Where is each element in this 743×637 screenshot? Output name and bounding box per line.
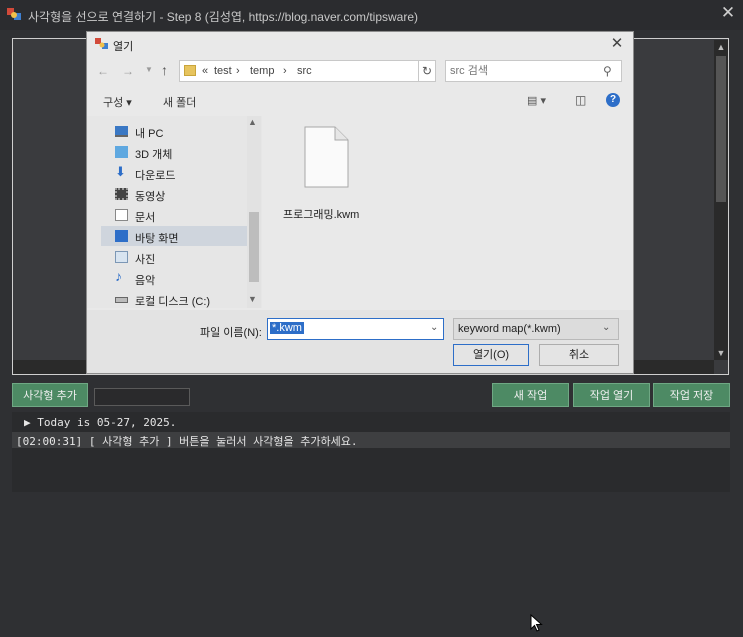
file-name: 프로그래밍.kwm <box>283 209 360 221</box>
nav-item-label: 다운로드 <box>135 170 176 182</box>
file-type-value: keyword map(*.kwm) <box>458 323 561 335</box>
nav-item-pictures[interactable]: 사진 <box>101 247 251 267</box>
nav-item-label: 사진 <box>135 254 156 266</box>
chevron-down-icon[interactable]: ▼ <box>248 294 257 304</box>
chevron-down-icon[interactable]: ⌄ <box>602 322 610 333</box>
log-panel[interactable]: ▶ Today is 05-27, 2025. [02:00:31] [ 사각형… <box>12 412 730 492</box>
recent-locations-icon[interactable]: ▼ <box>145 65 153 74</box>
nav-item-downloads[interactable]: ⬇ 다운로드 <box>101 163 251 183</box>
save-work-button[interactable]: 작업 저장 <box>653 383 730 407</box>
log-line: ▶ Today is 05-27, 2025. <box>24 416 177 429</box>
chevron-up-icon[interactable]: ▲ <box>248 117 257 127</box>
dialog-app-icon <box>95 37 109 51</box>
open-file-dialog: 열기 ✕ ← → ▼ ↑ « test › temp › src ⌄ ↻ ⚲ 구… <box>87 32 633 632</box>
refresh-icon[interactable]: ↻ <box>418 60 436 82</box>
open-button[interactable]: 열기(O) <box>453 344 529 366</box>
navigation-pane: 내 PC 3D 개체 ⬇ 다운로드 동영상 문서 바탕 화면 사진 ♪ 음악 로… <box>87 116 262 308</box>
dialog-close-icon[interactable]: ✕ <box>607 34 627 54</box>
open-work-button[interactable]: 작업 열기 <box>573 383 650 407</box>
dialog-title: 열기 <box>113 41 134 53</box>
nav-item-videos[interactable]: 동영상 <box>101 184 251 204</box>
up-arrow-icon[interactable]: ↑ <box>161 62 168 78</box>
desktop-icon <box>115 230 128 242</box>
breadcrumb-temp[interactable]: temp <box>250 65 274 77</box>
dialog-title-bar: 열기 ✕ <box>87 32 633 56</box>
scroll-down-icon[interactable]: ▼ <box>714 346 728 360</box>
nav-item-label: 바탕 화면 <box>135 233 179 245</box>
address-prefix[interactable]: « <box>202 65 208 77</box>
download-icon: ⬇ <box>115 164 126 179</box>
breadcrumb-separator: › <box>283 65 287 77</box>
mouse-cursor-icon <box>530 613 544 632</box>
dialog-toolbar: 구성 ▾ 새 폴더 ▤ ▾ ◫ ? <box>87 90 633 112</box>
nav-item-label: 문서 <box>135 212 156 224</box>
nav-item-local-disk[interactable]: 로컬 디스크 (C:) <box>101 289 251 309</box>
search-input[interactable] <box>450 64 600 78</box>
nav-pane-scroll-thumb[interactable] <box>249 212 259 282</box>
filename-input[interactable]: *.kwm ⌄ <box>267 318 444 340</box>
search-box[interactable]: ⚲ <box>445 60 622 82</box>
folder-icon <box>184 65 196 76</box>
nav-item-music[interactable]: ♪ 음악 <box>101 268 251 288</box>
filename-label: 파일 이름(N): <box>200 327 262 339</box>
app-title: 사각형을 선으로 연결하기 - Step 8 (김성엽, https://blo… <box>28 10 418 24</box>
music-icon: ♪ <box>115 268 122 284</box>
nav-item-desktop[interactable]: 바탕 화면 <box>101 226 251 246</box>
nav-item-label: 3D 개체 <box>135 149 173 161</box>
scroll-up-icon[interactable]: ▲ <box>714 40 728 54</box>
rect-name-input[interactable] <box>94 388 190 406</box>
help-icon[interactable]: ? <box>606 93 620 107</box>
preview-pane-icon[interactable]: ◫ <box>575 93 586 107</box>
nav-item-label: 동영상 <box>135 191 166 203</box>
vertical-scroll-thumb[interactable] <box>716 56 726 202</box>
cancel-button[interactable]: 취소 <box>539 344 619 366</box>
breadcrumb-test[interactable]: test <box>214 65 232 77</box>
log-line: [02:00:31] [ 사각형 추가 ] 버튼을 눌러서 사각형을 추가하세요… <box>16 435 358 448</box>
nav-item-this-pc[interactable]: 내 PC <box>101 121 251 141</box>
pc-icon <box>115 126 128 137</box>
dialog-bottom-pane: 파일 이름(N): *.kwm ⌄ keyword map(*.kwm) ⌄ 열… <box>87 310 633 632</box>
document-icon <box>115 209 128 221</box>
file-icon <box>303 126 349 188</box>
nav-item-label: 내 PC <box>135 128 164 140</box>
view-options-icon[interactable]: ▤ ▾ <box>527 94 546 107</box>
chevron-down-icon[interactable]: ⌄ <box>430 322 438 333</box>
file-item[interactable]: 프로그래밍.kwm <box>283 126 373 226</box>
close-icon[interactable]: ✕ <box>719 4 737 22</box>
address-bar[interactable]: « test › temp › src ⌄ <box>179 60 501 82</box>
search-icon[interactable]: ⚲ <box>603 64 612 78</box>
disk-icon <box>115 297 128 303</box>
file-type-select[interactable]: keyword map(*.kwm) ⌄ <box>453 318 619 340</box>
nav-item-label: 로컬 디스크 (C:) <box>135 296 211 308</box>
new-work-button[interactable]: 새 작업 <box>492 383 569 407</box>
back-arrow-icon[interactable]: ← <box>97 64 109 78</box>
nav-item-3d-objects[interactable]: 3D 개체 <box>101 142 251 162</box>
nav-item-documents[interactable]: 문서 <box>101 205 251 225</box>
picture-icon <box>115 251 128 263</box>
forward-arrow-icon[interactable]: → <box>122 64 134 78</box>
app-title-bar: 사각형을 선으로 연결하기 - Step 8 (김성엽, https://blo… <box>0 0 743 30</box>
app-icon <box>6 6 22 22</box>
new-folder-button[interactable]: 새 폴더 <box>163 94 196 110</box>
filename-value[interactable]: *.kwm <box>270 322 304 334</box>
organize-button[interactable]: 구성 ▾ <box>103 94 132 110</box>
nav-item-label: 음악 <box>135 275 156 287</box>
video-icon <box>115 188 128 200</box>
cube-icon <box>115 146 128 158</box>
breadcrumb-separator: › <box>236 65 240 77</box>
add-rect-button[interactable]: 사각형 추가 <box>12 383 88 407</box>
breadcrumb-src[interactable]: src <box>297 65 312 77</box>
